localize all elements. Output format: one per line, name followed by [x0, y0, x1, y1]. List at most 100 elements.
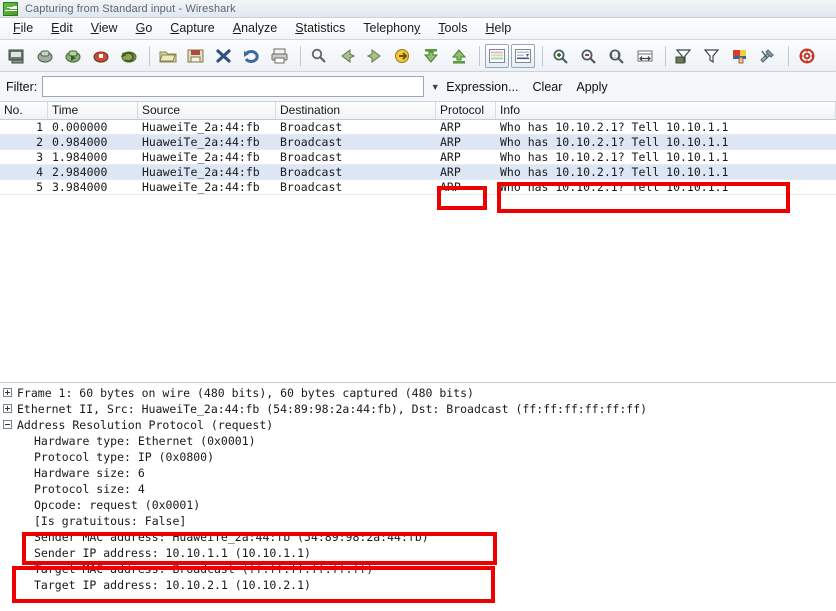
filter-apply-button[interactable]: Apply — [576, 80, 607, 94]
packet-row[interactable]: 3 1.984000 HuaweiTe_2a:44:fb Broadcast ARP Wh… — [0, 150, 836, 165]
column-header-time[interactable]: Time — [48, 102, 138, 119]
packet-cell-time: 3.984000 — [52, 180, 108, 194]
packet-list-pane[interactable]: No. Time Source Destination Protocol Info 1 0.… — [0, 102, 836, 382]
packet-list-body[interactable]: 1 0.000000 HuaweiTe_2a:44:fb Broadcast ARP Wh… — [0, 120, 836, 195]
menu-item-telephony[interactable]: Telephony — [354, 19, 429, 38]
packet-details-pane[interactable]: Frame 1: 60 bytes on wire (480 bits), 60… — [0, 382, 836, 599]
detail-row[interactable]: Hardware type: Ethernet (0x0001) — [0, 433, 836, 449]
packet-row[interactable]: 5 3.984000 HuaweiTe_2a:44:fb Broadcast ARP Wh… — [0, 180, 836, 195]
menu-bar: File Edit View Go Capture Analyze Statistics Te… — [0, 18, 836, 40]
detail-row-text: [Is gratuitous: False] — [34, 514, 187, 528]
menu-mnemonic: H — [485, 21, 495, 35]
detail-row[interactable]: Address Resolution Protocol (request) — [0, 417, 836, 433]
column-header-no[interactable]: No. — [0, 102, 48, 119]
open-file-icon[interactable] — [155, 43, 181, 69]
menu-mnemonic: y — [414, 21, 421, 35]
column-header-info[interactable]: Info — [496, 102, 836, 119]
coloring-rules-icon[interactable] — [727, 43, 753, 69]
packet-cell-proto: ARP — [440, 120, 461, 134]
start-capture-icon[interactable] — [60, 43, 86, 69]
toolbar-separator — [788, 45, 789, 66]
detail-row[interactable]: Target MAC address: Broadcast (ff:ff:ff:… — [0, 561, 836, 577]
packet-row[interactable]: 2 0.984000 HuaweiTe_2a:44:fb Broadcast ARP Wh… — [0, 135, 836, 150]
toolbar-separator — [300, 45, 301, 66]
filter-input[interactable] — [42, 76, 425, 97]
chevron-down-icon[interactable]: ▼ — [424, 82, 446, 92]
colorize-packet-list-icon[interactable] — [485, 43, 509, 68]
go-to-last-packet-icon[interactable] — [446, 43, 472, 69]
find-packet-icon[interactable] — [306, 43, 332, 69]
detail-row[interactable]: Sender IP address: 10.10.1.1 (10.10.1.1) — [0, 545, 836, 561]
menu-item-capture[interactable]: Capture — [161, 19, 223, 38]
display-filters-icon[interactable] — [699, 43, 725, 69]
go-forward-icon[interactable] — [362, 43, 388, 69]
packet-cell-dst: Broadcast — [280, 165, 343, 179]
column-header-proto[interactable]: Protocol — [436, 102, 496, 119]
menu-mnemonic: C — [170, 21, 180, 35]
packet-cell-info: Who has 10.10.2.1? Tell 10.10.1.1 — [500, 135, 729, 149]
list-interfaces-icon[interactable] — [4, 43, 30, 69]
detail-row[interactable]: [Is gratuitous: False] — [0, 513, 836, 529]
packet-cell-no: 2 — [36, 135, 43, 149]
detail-row-text: Address Resolution Protocol (request) — [17, 418, 274, 432]
packet-cell-info: Who has 10.10.2.1? Tell 10.10.1.1 — [500, 180, 729, 194]
auto-scroll-live-capture-icon[interactable] — [511, 43, 535, 68]
packet-cell-time: 1.984000 — [52, 150, 108, 164]
packet-cell-no: 4 — [36, 165, 43, 179]
detail-row[interactable]: Sender MAC address: HuaweiTe_2a:44:fb (5… — [0, 529, 836, 545]
menu-item-view[interactable]: View — [82, 19, 127, 38]
column-header-dst[interactable]: Destination — [276, 102, 436, 119]
capture-filters-icon[interactable] — [671, 43, 697, 69]
packet-row[interactable]: 4 2.984000 HuaweiTe_2a:44:fb Broadcast ARP Wh… — [0, 165, 836, 180]
zoom-in-icon[interactable] — [548, 43, 574, 69]
menu-item-help[interactable]: Help — [476, 19, 520, 38]
capture-options-icon[interactable] — [32, 43, 58, 69]
expand-icon[interactable] — [3, 404, 12, 413]
detail-row-text: Target IP address: 10.10.2.1 (10.10.2.1) — [34, 578, 311, 592]
detail-row[interactable]: Frame 1: 60 bytes on wire (480 bits), 60… — [0, 385, 836, 401]
go-back-icon[interactable] — [334, 43, 360, 69]
menu-item-tools[interactable]: Tools — [429, 19, 476, 38]
restart-capture-icon[interactable] — [116, 43, 142, 69]
menu-item-file[interactable]: File — [4, 19, 42, 38]
menu-mnemonic: S — [295, 21, 304, 35]
packet-cell-src: HuaweiTe_2a:44:fb — [142, 180, 260, 194]
detail-row[interactable]: Protocol type: IP (0x0800) — [0, 449, 836, 465]
packet-cell-proto: ARP — [440, 165, 461, 179]
menu-item-edit[interactable]: Edit — [42, 19, 82, 38]
zoom-out-icon[interactable] — [576, 43, 602, 69]
reload-file-icon[interactable] — [239, 43, 265, 69]
packet-cell-proto: ARP — [440, 135, 461, 149]
column-header-src[interactable]: Source — [138, 102, 276, 119]
go-to-packet-icon[interactable] — [390, 43, 416, 69]
resize-columns-icon[interactable] — [632, 43, 658, 69]
menu-item-statistics[interactable]: Statistics — [286, 19, 354, 38]
packet-row[interactable]: 1 0.000000 HuaweiTe_2a:44:fb Broadcast ARP Wh… — [0, 120, 836, 135]
toolbar-separator — [149, 45, 150, 66]
close-file-icon[interactable] — [211, 43, 237, 69]
detail-row[interactable]: Opcode: request (0x0001) — [0, 497, 836, 513]
stop-capture-icon[interactable] — [88, 43, 114, 69]
packet-cell-src: HuaweiTe_2a:44:fb — [142, 150, 260, 164]
expand-icon[interactable] — [3, 388, 12, 397]
menu-item-analyze[interactable]: Analyze — [224, 19, 286, 38]
help-contents-icon[interactable] — [794, 43, 820, 69]
filter-expression-button[interactable]: Expression... — [446, 80, 518, 94]
collapse-icon[interactable] — [3, 420, 12, 429]
save-file-icon[interactable] — [183, 43, 209, 69]
menu-mnemonic: T — [438, 21, 445, 35]
preferences-icon[interactable] — [755, 43, 781, 69]
filter-clear-button[interactable]: Clear — [533, 80, 563, 94]
packet-cell-time: 0.000000 — [52, 120, 108, 134]
go-to-first-packet-icon[interactable] — [418, 43, 444, 69]
detail-row-text: Sender MAC address: HuaweiTe_2a:44:fb (5… — [34, 530, 429, 544]
zoom-reset-icon[interactable]: 1:1 — [604, 43, 630, 69]
menu-item-go[interactable]: Go — [127, 19, 162, 38]
title-bar: Capturing from Standard input - Wireshar… — [0, 0, 836, 18]
detail-row[interactable]: Hardware size: 6 — [0, 465, 836, 481]
detail-row[interactable]: Target IP address: 10.10.2.1 (10.10.2.1) — [0, 577, 836, 593]
detail-row[interactable]: Ethernet II, Src: HuaweiTe_2a:44:fb (54:… — [0, 401, 836, 417]
detail-row[interactable]: Protocol size: 4 — [0, 481, 836, 497]
print-icon[interactable] — [267, 43, 293, 69]
packet-list-header[interactable]: No. Time Source Destination Protocol Info — [0, 102, 836, 120]
